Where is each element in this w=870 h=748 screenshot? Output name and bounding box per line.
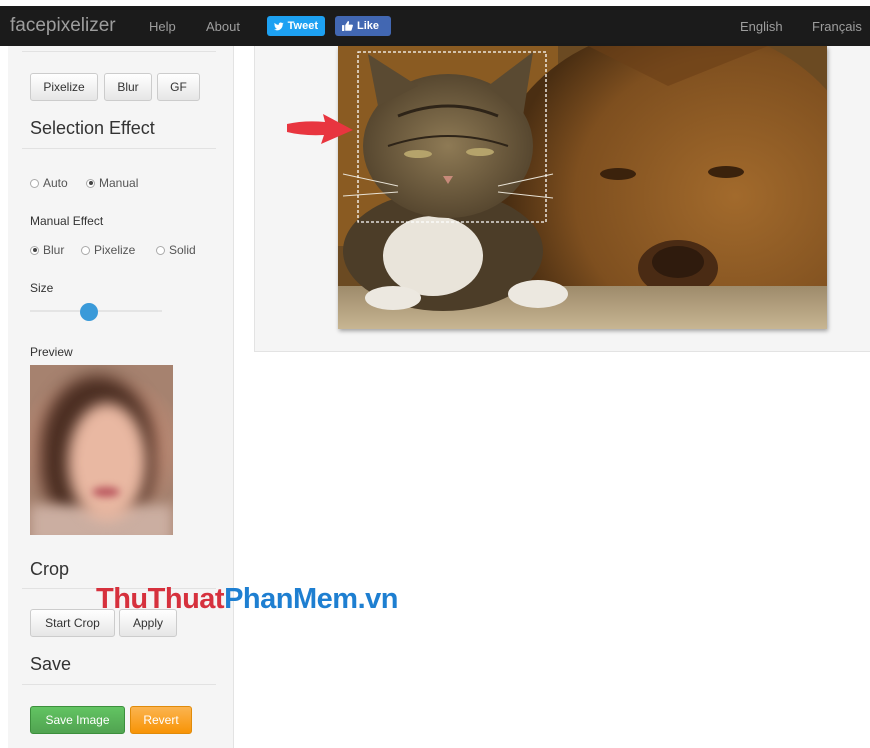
tweet-label: Tweet xyxy=(287,20,318,32)
radio-blur-label: Blur xyxy=(43,243,65,257)
language-french-link[interactable]: Français xyxy=(812,19,862,34)
divider xyxy=(22,51,216,52)
size-label: Size xyxy=(30,281,54,295)
preview-image xyxy=(30,365,173,535)
save-heading: Save xyxy=(30,654,72,674)
language-english-link[interactable]: English xyxy=(740,19,783,34)
radio-blur[interactable]: Blur xyxy=(30,243,64,257)
radio-solid-label: Solid xyxy=(169,243,196,257)
thumbs-up-icon xyxy=(342,21,353,31)
watermark-logo: ThuThuatPhanMem.vn xyxy=(96,583,398,615)
radio-manual-label: Manual xyxy=(99,176,139,190)
top-navbar: facepixelizer Help About Tweet Like Engl… xyxy=(0,6,870,46)
radio-dot-checked[interactable] xyxy=(86,178,95,188)
revert-button[interactable]: Revert xyxy=(130,706,192,734)
radio-solid[interactable]: Solid xyxy=(156,243,196,257)
nav-help-link[interactable]: Help xyxy=(149,19,176,34)
brand-logo[interactable]: facepixelizer xyxy=(10,15,116,37)
blur-button[interactable]: Blur xyxy=(104,73,152,101)
save-image-button[interactable]: Save Image xyxy=(30,706,125,734)
editor-photo[interactable] xyxy=(338,46,827,329)
like-label: Like xyxy=(357,20,380,32)
red-arrow-icon xyxy=(287,114,353,144)
radio-manual[interactable]: Manual xyxy=(86,176,138,190)
nav-about-link[interactable]: About xyxy=(206,19,240,34)
crop-heading: Crop xyxy=(30,559,70,579)
tweet-button[interactable]: Tweet xyxy=(267,16,325,36)
radio-auto[interactable]: Auto xyxy=(30,176,68,190)
selection-effect-heading: Selection Effect xyxy=(30,118,155,138)
radio-pixelize[interactable]: Pixelize xyxy=(81,243,135,257)
like-button[interactable]: Like xyxy=(335,16,391,36)
radio-dot[interactable] xyxy=(81,245,90,255)
radio-dot[interactable] xyxy=(156,245,165,255)
manual-effect-label: Manual Effect xyxy=(30,214,104,228)
preview-label: Preview xyxy=(30,345,73,359)
pixelize-button[interactable]: Pixelize xyxy=(30,73,98,101)
divider xyxy=(22,684,216,685)
radio-dot[interactable] xyxy=(30,178,39,188)
divider xyxy=(22,148,216,149)
gf-button[interactable]: GF xyxy=(157,73,200,101)
radio-pixelize-label: Pixelize xyxy=(94,243,136,257)
radio-dot-checked[interactable] xyxy=(30,245,39,255)
twitter-bird-icon xyxy=(274,21,284,30)
radio-auto-label: Auto xyxy=(43,176,68,190)
